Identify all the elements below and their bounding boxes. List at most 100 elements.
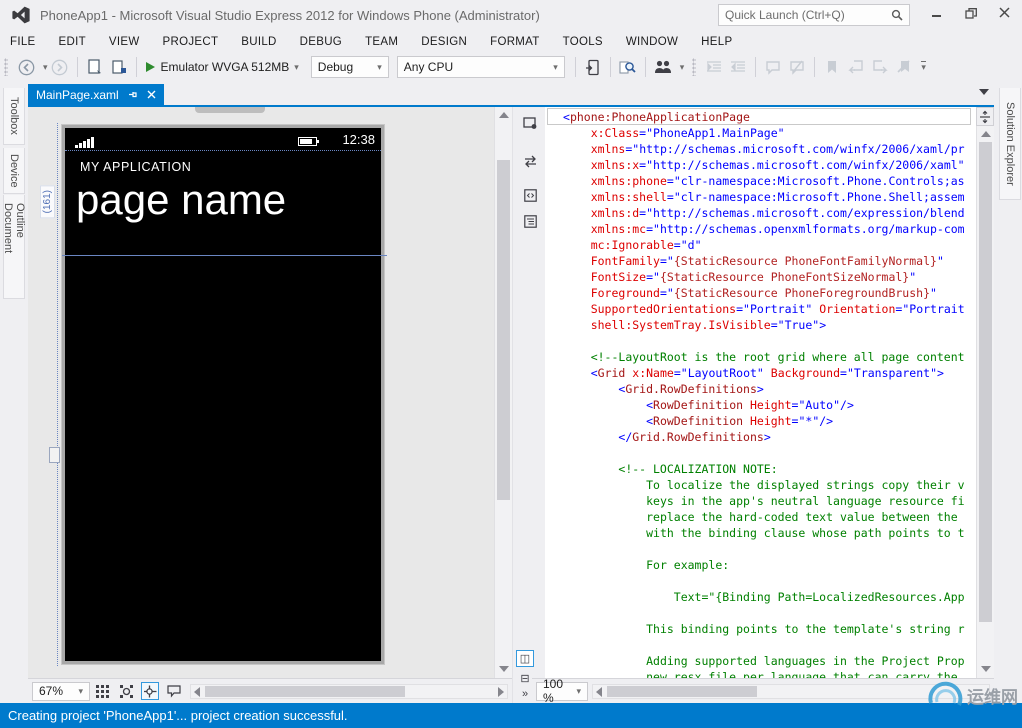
code-line[interactable]: FontSize="{StaticResource PhoneFontSizeN… <box>545 269 976 285</box>
code-line[interactable]: xmlns:mc="http://schemas.openxmlformats.… <box>545 221 976 237</box>
pin-icon[interactable] <box>128 90 138 100</box>
code-line[interactable]: mc:Ignorable="d" <box>545 237 976 253</box>
code-line[interactable]: Adding supported languages in the Projec… <box>545 653 976 669</box>
platform-select[interactable]: Any CPU ▾ <box>397 56 565 78</box>
quick-launch-input[interactable]: Quick Launch (Ctrl+Q) <box>718 4 910 26</box>
navigate-back-icon[interactable] <box>16 57 36 77</box>
sidebar-tab-document-outline[interactable]: Document Outline <box>3 195 25 299</box>
scroll-down-icon[interactable] <box>499 666 509 672</box>
code-line[interactable]: To localize the displayed strings copy t… <box>545 477 976 493</box>
swap-panes-icon[interactable] <box>520 151 540 171</box>
snap-to-snaplines-icon[interactable] <box>141 682 159 700</box>
code-line[interactable]: For example: <box>545 557 976 573</box>
code-line[interactable]: This binding points to the template's st… <box>545 621 976 637</box>
show-grid-icon[interactable] <box>93 682 111 700</box>
code-line[interactable]: xmlns:x="http://schemas.microsoft.com/wi… <box>545 157 976 173</box>
document-outline-icon[interactable] <box>520 211 540 231</box>
grid-row-boundary-line[interactable] <box>62 255 387 256</box>
tab-mainpage-xaml[interactable]: MainPage.xaml <box>28 84 164 105</box>
toolbar-overflow-caret[interactable]: ▾ <box>921 61 926 73</box>
code-line[interactable]: keys in the app's neutral language resou… <box>545 493 976 509</box>
code-line[interactable]: replace the hard-coded text value betwee… <box>545 509 976 525</box>
menu-item-tools[interactable]: TOOLS <box>563 36 603 48</box>
phone-artboard[interactable]: 12:38 MY APPLICATION page name <box>62 125 384 664</box>
toolbar-grip[interactable] <box>692 58 696 76</box>
code-line[interactable] <box>545 573 976 589</box>
code-line[interactable] <box>545 445 976 461</box>
menu-item-project[interactable]: PROJECT <box>163 36 219 48</box>
design-view-icon[interactable] <box>520 113 540 133</box>
menu-item-debug[interactable]: DEBUG <box>300 36 342 48</box>
code-line[interactable]: <RowDefinition Height="*"/> <box>545 413 976 429</box>
code-line[interactable]: <phone:PhoneApplicationPage <box>545 109 976 125</box>
find-in-files-icon[interactable] <box>618 57 638 77</box>
code-line[interactable]: xmlns="http://schemas.microsoft.com/winf… <box>545 141 976 157</box>
navigate-forward-icon[interactable] <box>50 57 70 77</box>
code-line[interactable]: Text="{Binding Path=LocalizedResources.A… <box>545 589 976 605</box>
scroll-right-icon[interactable] <box>498 687 504 697</box>
code-line[interactable]: <RowDefinition Height="Auto"/> <box>545 397 976 413</box>
scroll-up-icon[interactable] <box>499 112 509 118</box>
code-line[interactable] <box>545 605 976 621</box>
code-line[interactable]: <Grid.RowDefinitions> <box>545 381 976 397</box>
configuration-select[interactable]: Debug ▾ <box>311 56 389 78</box>
code-line[interactable]: xmlns:shell="clr-namespace:Microsoft.Pho… <box>545 189 976 205</box>
menu-item-format[interactable]: FORMAT <box>490 36 540 48</box>
code-line[interactable]: x:Class="PhoneApp1.MainPage" <box>545 125 976 141</box>
code-line[interactable]: SupportedOrientations="Portrait" Orienta… <box>545 301 976 317</box>
editor-vertical-scrollbar[interactable] <box>976 107 994 678</box>
code-line[interactable]: <Grid x:Name="LayoutRoot" Background="Tr… <box>545 365 976 381</box>
scrollbar-thumb[interactable] <box>607 686 757 697</box>
editor-zoom-select[interactable]: 100 % ▾ <box>536 682 588 701</box>
scrollbar-thumb[interactable] <box>205 686 405 697</box>
sidebar-tab-solution-explorer[interactable]: Solution Explorer <box>999 88 1021 200</box>
code-line[interactable]: Foreground="{StaticResource PhoneForegro… <box>545 285 976 301</box>
scroll-left-icon[interactable] <box>596 687 602 697</box>
scrollbar-thumb[interactable] <box>979 142 992 622</box>
designer-vertical-scrollbar[interactable] <box>494 107 512 678</box>
designer-zoom-select[interactable]: 67% ▾ <box>32 682 90 701</box>
grid-splitter-handle[interactable] <box>49 447 60 463</box>
editor-split-handle[interactable] <box>976 107 994 126</box>
code-line[interactable]: shell:SystemTray.IsVisible="True"> <box>545 317 976 333</box>
annotations-icon[interactable] <box>165 682 183 700</box>
menu-item-team[interactable]: TEAM <box>365 36 398 48</box>
tab-list-caret[interactable] <box>979 89 989 95</box>
vertical-split-button[interactable]: ◫ <box>516 650 534 667</box>
scroll-up-icon[interactable] <box>981 131 991 137</box>
code-line[interactable]: <!-- LOCALIZATION NOTE: <box>545 461 976 477</box>
restore-button[interactable] <box>954 0 988 26</box>
code-text[interactable]: <phone:PhoneApplicationPage x:Class="Pho… <box>545 109 976 678</box>
app-title-textblock[interactable]: MY APPLICATION <box>80 160 191 174</box>
snap-to-grid-icon[interactable] <box>117 682 135 700</box>
add-item-icon[interactable] <box>109 57 129 77</box>
code-line[interactable]: with the binding clause whose path point… <box>545 525 976 541</box>
team-explorer-icon[interactable] <box>653 57 673 77</box>
sidebar-tab-toolbox[interactable]: Toolbox <box>3 88 25 145</box>
run-target-caret[interactable]: ▾ <box>294 62 299 73</box>
menu-item-build[interactable]: BUILD <box>241 36 276 48</box>
xaml-view-icon[interactable] <box>520 185 540 205</box>
xaml-code-editor[interactable]: <phone:PhoneApplicationPage x:Class="Pho… <box>545 107 994 678</box>
code-line[interactable]: <!--LayoutRoot is the root grid where al… <box>545 349 976 365</box>
minimize-button[interactable] <box>920 0 954 26</box>
menu-item-edit[interactable]: EDIT <box>59 36 86 48</box>
menu-item-design[interactable]: DESIGN <box>421 36 467 48</box>
scrollbar-thumb[interactable] <box>497 160 510 500</box>
start-debug-button[interactable]: Emulator WVGA 512MB ▾ <box>146 60 299 74</box>
designer-horizontal-scrollbar[interactable] <box>190 684 508 699</box>
code-line[interactable]: </Grid.RowDefinitions> <box>545 429 976 445</box>
team-caret[interactable]: ▾ <box>680 62 685 73</box>
xaml-designer-pane[interactable]: 12:38 MY APPLICATION page name (161) <box>28 107 512 678</box>
menu-item-view[interactable]: VIEW <box>109 36 140 48</box>
code-line[interactable]: new resx file per language that can carr… <box>545 669 976 678</box>
close-button[interactable] <box>988 0 1022 26</box>
code-line[interactable]: FontFamily="{StaticResource PhoneFontFam… <box>545 253 976 269</box>
scroll-left-icon[interactable] <box>194 687 200 697</box>
toolbar-grip[interactable] <box>4 58 8 76</box>
code-line[interactable]: xmlns:phone="clr-namespace:Microsoft.Pho… <box>545 173 976 189</box>
page-title-textblock[interactable]: page name <box>76 176 286 224</box>
code-line[interactable] <box>545 333 976 349</box>
navigate-back-caret[interactable]: ▾ <box>43 62 48 73</box>
designer-xaml-splitter[interactable]: ◫ ⊟ » <box>512 107 545 703</box>
